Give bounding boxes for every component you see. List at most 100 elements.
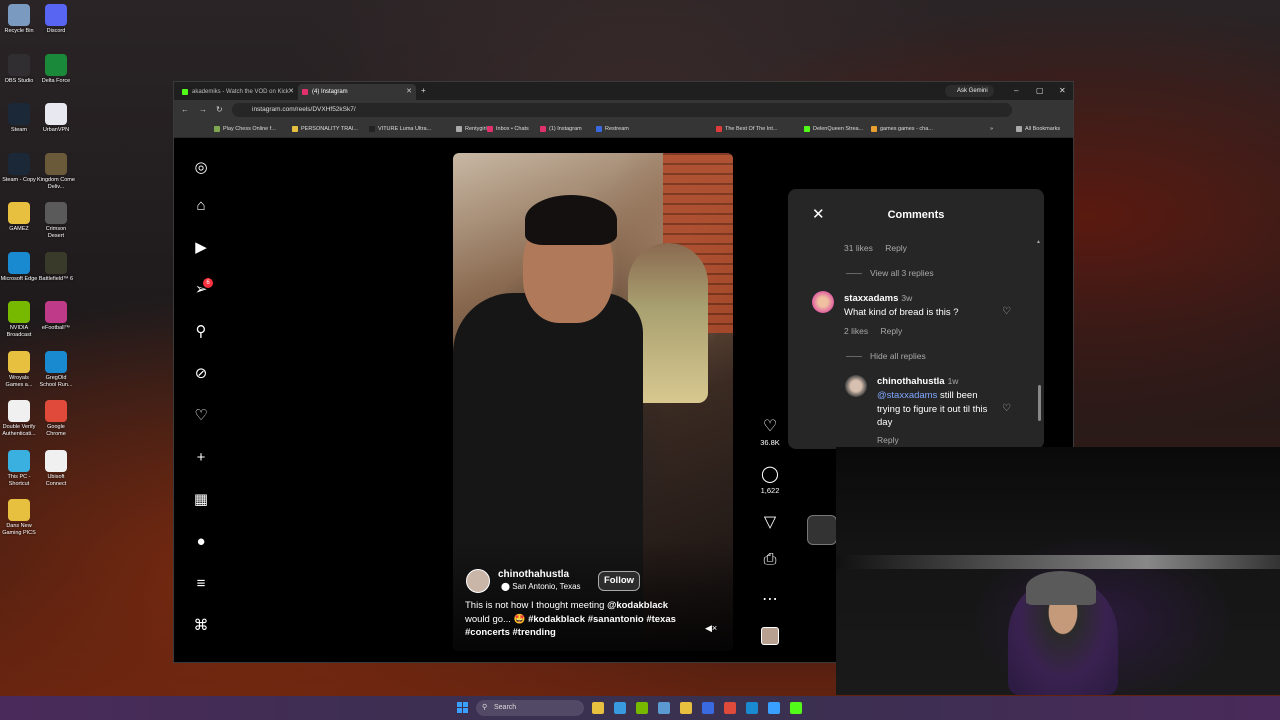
taskbar-app-icon[interactable] <box>768 702 780 714</box>
like-comment-heart-icon[interactable]: ♡ <box>1002 306 1011 317</box>
maximize-button[interactable]: ▢ <box>1036 82 1044 100</box>
new-tab-button[interactable]: + <box>421 82 426 100</box>
desktop-icon[interactable]: GregOld School Run... <box>37 350 75 389</box>
reels-icon[interactable]: ▶ <box>192 239 210 257</box>
mute-icon[interactable]: ◀× <box>705 623 717 634</box>
desktop-icon[interactable]: Recycle Bin <box>0 4 38 35</box>
desktop-icon[interactable]: NVIDIA Broadcast <box>0 301 38 339</box>
desktop-icon[interactable]: Steam <box>0 103 38 134</box>
taskbar-app-icon[interactable] <box>724 702 736 714</box>
bookmark-item[interactable]: Rentygirl <box>456 120 487 138</box>
taskbar-app-icon[interactable] <box>702 702 714 714</box>
follow-button[interactable]: Follow <box>598 571 640 591</box>
minimize-button[interactable]: – <box>1014 82 1018 100</box>
url-input[interactable]: instagram.com/reels/DVXHf52kSk7/ <box>232 103 1012 117</box>
desktop-icon[interactable]: This PC - Shortcut <box>0 449 38 488</box>
desktop-icon[interactable]: Google Chrome <box>37 400 75 438</box>
reply-link[interactable]: Reply <box>880 326 902 336</box>
desktop-icon[interactable]: GAMEZ <box>0 202 38 233</box>
desktop-icon[interactable]: eFootball™ <box>37 301 75 332</box>
save-button[interactable]: ⎙ <box>752 551 788 569</box>
create-icon[interactable]: + <box>192 449 210 467</box>
replier-avatar[interactable] <box>845 375 867 397</box>
taskbar-app-icon[interactable] <box>746 702 758 714</box>
menu-icon[interactable]: ≡ <box>192 575 210 593</box>
search-icon[interactable]: ⚲ <box>192 323 210 341</box>
comments-scrollbar[interactable] <box>1038 239 1041 449</box>
close-window-button[interactable]: ✕ <box>1059 82 1066 100</box>
view-replies-link[interactable]: View all 3 replies <box>846 268 934 278</box>
desktop-icon[interactable]: Crimson Desert <box>37 202 75 240</box>
desktop-icon[interactable]: Ubisoft Connect <box>37 449 75 488</box>
taskbar-app-icon[interactable] <box>790 702 802 714</box>
dashboard-icon[interactable]: ▦ <box>192 491 210 509</box>
reel-author-avatar[interactable] <box>466 569 490 593</box>
like-button[interactable]: ♡ 36.8K <box>752 416 788 447</box>
reply-mention[interactable]: @staxxadams <box>877 390 937 401</box>
desktop-icon[interactable]: Delta Force <box>37 53 75 85</box>
desktop-icon[interactable]: Battlefield™ 6 <box>37 251 75 283</box>
bookmark-item[interactable]: The Best Of The Int... <box>716 120 777 138</box>
forward-button[interactable]: → <box>199 100 207 120</box>
taskbar-app-icon[interactable] <box>614 702 626 714</box>
bookmark-item[interactable]: DelenQueen Strea... <box>804 120 863 138</box>
floating-avatar[interactable] <box>807 515 837 545</box>
instagram-logo-icon[interactable]: ◎ <box>192 159 210 177</box>
desktop-icon[interactable]: Wroyals Games a... <box>0 350 38 389</box>
taskbar-app-icon[interactable] <box>680 702 692 714</box>
hide-replies-link[interactable]: Hide all replies <box>846 351 926 361</box>
bookmark-item[interactable]: VITURE Luma Ultra... <box>369 120 431 138</box>
desktop-icon[interactable]: Microsoft Edge <box>0 251 38 283</box>
taskbar-app-icon[interactable] <box>658 702 670 714</box>
like-reply-heart-icon[interactable]: ♡ <box>1002 403 1011 414</box>
taskbar-app-icon[interactable] <box>592 702 604 714</box>
app-icon <box>45 103 67 125</box>
profile-avatar-icon[interactable]: ● <box>192 533 210 551</box>
windows-start-icon[interactable] <box>457 702 468 713</box>
scrollbar-thumb[interactable] <box>1038 385 1041 421</box>
comment-username[interactable]: staxxadams 3w <box>844 293 912 304</box>
desktop-icon[interactable]: OBS Studio <box>0 53 38 85</box>
desktop-icon[interactable]: Discord <box>37 4 75 35</box>
reply-meta: Reply <box>877 435 909 445</box>
reel-author-username[interactable]: chinothahustla <box>498 569 569 580</box>
caption-mention[interactable]: @kodakblack <box>607 600 668 611</box>
desktop-icon[interactable]: Dans New Gaming PICS <box>0 499 38 537</box>
notifications-heart-icon[interactable]: ♡ <box>192 407 210 425</box>
tab-instagram[interactable]: (4) Instagram ✕ <box>298 84 416 100</box>
explore-icon[interactable]: ⊘ <box>192 365 210 383</box>
more-bookmarks-button[interactable]: » <box>990 120 993 138</box>
reply-link[interactable]: Reply <box>885 243 907 253</box>
bookmark-item[interactable]: Restream <box>596 120 629 138</box>
reply-username[interactable]: chinothahustla 1w <box>877 376 958 387</box>
audio-thumbnail[interactable] <box>761 627 779 645</box>
bookmark-item[interactable]: Play Chess Online f... <box>214 120 276 138</box>
reply-link[interactable]: Reply <box>877 435 899 445</box>
more-options-button[interactable]: ⋯ <box>752 589 788 609</box>
comment-button[interactable]: ◯ 1,622 <box>752 464 788 495</box>
desktop-icon[interactable]: Kingdom Come Deliv... <box>37 152 75 191</box>
close-tab-icon[interactable]: ✕ <box>406 84 412 100</box>
reel-location[interactable]: ⬤ San Antonio, Texas <box>501 582 581 591</box>
share-button[interactable]: ▽ <box>752 512 788 532</box>
also-from-meta-icon[interactable]: ⌘ <box>192 617 210 635</box>
back-button[interactable]: ← <box>181 100 189 120</box>
more-icon: ⋯ <box>762 591 778 608</box>
taskbar-app-icon[interactable] <box>636 702 648 714</box>
desktop-icon[interactable]: Double Verify Authenticati... <box>0 400 38 438</box>
ask-gemini-button[interactable]: Ask Gemini <box>945 85 994 97</box>
taskbar-search[interactable]: ⚲ Search <box>476 700 584 716</box>
bookmark-item[interactable]: (1) Instagram <box>540 120 582 138</box>
bookmark-item[interactable]: Inbox • Chats <box>487 120 529 138</box>
desktop-icon[interactable]: Steam - Copy <box>0 152 38 184</box>
reload-button[interactable]: ↻ <box>216 100 223 120</box>
tab-kick[interactable]: akademiks - Watch the VOD on Kick ✕ <box>178 84 298 100</box>
home-icon[interactable]: ⌂ <box>192 197 210 215</box>
commenter-avatar[interactable] <box>812 291 834 313</box>
bookmark-item[interactable]: games games - cha... <box>871 120 933 138</box>
all-bookmarks-button[interactable]: All Bookmarks <box>1016 120 1060 138</box>
bookmark-item[interactable]: PERSONALITY TRAI... <box>292 120 358 138</box>
reel-video[interactable]: chinothahustla ⬤ San Antonio, Texas Foll… <box>453 153 733 651</box>
desktop-icon[interactable]: UrbanVPN <box>37 103 75 134</box>
close-tab-icon[interactable]: ✕ <box>288 84 294 100</box>
